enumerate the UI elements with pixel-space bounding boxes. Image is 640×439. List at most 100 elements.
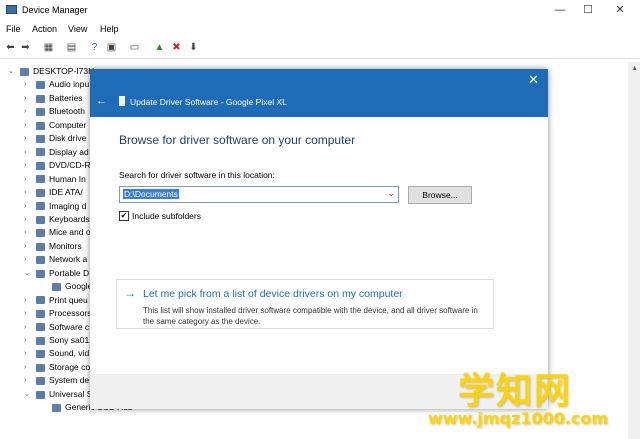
tree-item-label: Processors — [49, 308, 92, 319]
dialog-close-button[interactable]: ✕ — [528, 72, 539, 88]
menu-help[interactable]: Help — [100, 24, 119, 34]
tree-item[interactable]: › Monitors — [24, 240, 82, 253]
chevron-right-icon[interactable]: › — [24, 92, 26, 105]
add-driver-icon[interactable]: ▲ — [153, 41, 166, 54]
tree-item-label: Network a — [49, 254, 88, 265]
device-icon — [36, 377, 45, 386]
chevron-right-icon[interactable]: › — [24, 226, 26, 239]
search-location-label: Search for driver software in this locat… — [119, 170, 275, 180]
menu-action[interactable]: Action — [32, 24, 57, 34]
back-arrow-icon[interactable]: ← — [96, 95, 107, 107]
chevron-right-icon[interactable]: › — [24, 146, 26, 159]
browse-button[interactable]: Browse... — [408, 186, 472, 204]
chevron-right-icon[interactable]: › — [24, 159, 26, 172]
chevron-right-icon[interactable]: › — [24, 334, 26, 347]
chevron-right-icon[interactable]: › — [24, 78, 26, 91]
chevron-right-icon[interactable]: › — [24, 173, 26, 186]
pick-from-list-option[interactable]: → Let me pick from a list of device driv… — [116, 279, 494, 329]
tree-root[interactable]: ⌄ DESKTOP-I73H... — [8, 65, 101, 78]
chevron-right-icon[interactable]: › — [24, 253, 26, 266]
tree-item-label: Batteries — [49, 92, 83, 103]
chevron-right-icon[interactable]: › — [24, 361, 26, 374]
tree-item[interactable]: › Batteries — [24, 92, 83, 105]
properties-icon[interactable]: ▦ — [42, 41, 55, 54]
device-icon — [36, 296, 45, 305]
tree-item[interactable]: › Sony sa01 — [24, 334, 89, 347]
tree-item[interactable]: ⌄ Portable D — [24, 267, 89, 280]
tree-item[interactable]: › Network a — [24, 253, 87, 266]
tree-item[interactable]: › Imaging d — [24, 200, 86, 213]
device-icon — [36, 256, 45, 265]
scan-icon[interactable]: ▤ — [65, 41, 78, 54]
tree-item[interactable]: › Audio inpu — [24, 78, 89, 91]
chevron-right-icon[interactable]: › — [24, 186, 26, 199]
update-icon[interactable]: ⬇ — [187, 41, 200, 54]
details-icon[interactable]: ▣ — [105, 41, 118, 54]
chevron-down-icon[interactable]: ⌄ — [8, 65, 14, 78]
tree-item[interactable]: › Processors — [24, 307, 92, 320]
chevron-right-icon[interactable]: › — [24, 105, 26, 118]
chevron-right-icon[interactable]: › — [24, 200, 26, 213]
tree-item-label: Portable D — [49, 267, 90, 278]
chevron-down-icon[interactable]: ⌄ — [24, 388, 30, 401]
tree-item-label: DVD/CD-R — [49, 160, 91, 171]
tree-item[interactable]: › Computer — [24, 119, 86, 132]
forward-arrow-icon[interactable]: ➡ — [19, 41, 32, 54]
pick-from-list-title[interactable]: Let me pick from a list of device driver… — [143, 288, 403, 300]
menu-file[interactable]: File — [6, 24, 21, 34]
device-icon — [36, 309, 45, 318]
dialog-heading: Browse for driver software on your compu… — [119, 133, 356, 147]
back-arrow-icon[interactable]: ⬅ — [4, 41, 17, 54]
tree-item-label: Computer — [49, 119, 87, 130]
tree-item-label: Google — [65, 281, 93, 292]
menu-view[interactable]: View — [68, 24, 87, 34]
tree-item[interactable]: › Bluetooth — [24, 105, 85, 118]
tree-item[interactable]: › Storage co — [24, 361, 90, 374]
device-icon — [36, 269, 45, 278]
tree-item[interactable]: › Software c — [24, 321, 89, 334]
include-subfolders-checkbox[interactable]: ✔ — [119, 211, 129, 221]
tree-item[interactable]: › IDE ATA/ — [24, 186, 83, 199]
tree-item-label: Sony sa01 — [49, 335, 90, 345]
tree-item[interactable]: Google — [52, 280, 92, 293]
monitor-icon[interactable]: ▭ — [128, 41, 141, 54]
tree-item[interactable]: › Disk drive — [24, 132, 86, 145]
minimize-button[interactable]: — — [545, 0, 575, 20]
maximize-button[interactable]: ☐ — [573, 0, 603, 20]
chevron-down-icon[interactable]: ⌄ — [24, 267, 30, 280]
watermark-url: www.jmqz1000.com — [428, 409, 609, 428]
device-icon — [36, 148, 45, 157]
chevron-right-icon[interactable]: › — [24, 374, 26, 387]
chevron-right-icon[interactable]: › — [24, 213, 26, 226]
uninstall-icon[interactable]: ✖ — [170, 41, 183, 54]
chevron-right-icon[interactable]: › — [24, 119, 26, 132]
chevron-right-icon[interactable]: › — [24, 321, 26, 334]
device-icon — [36, 215, 45, 224]
tree-item[interactable]: › Mice and o — [24, 226, 91, 239]
menu-bar: File Action View Help — [0, 21, 640, 37]
tree-item[interactable]: › System de — [24, 374, 89, 387]
chevron-right-icon[interactable]: › — [24, 347, 26, 360]
tree-item-label: Monitors — [49, 240, 82, 251]
window-title: Device Manager — [22, 5, 88, 15]
tree-item[interactable]: › Sound, vid — [24, 347, 89, 360]
chevron-right-icon[interactable]: › — [24, 132, 26, 145]
update-driver-dialog: ← Update Driver Software - Google Pixel … — [90, 69, 548, 409]
chevron-right-icon[interactable]: › — [24, 240, 26, 253]
tree-item[interactable]: › Print queu — [24, 294, 88, 307]
chevron-right-icon[interactable]: › — [24, 294, 26, 307]
tree-item[interactable]: › Keyboards — [24, 213, 90, 226]
driver-path-input[interactable]: D:\Documents ⌄ — [119, 186, 399, 203]
tree-item-label: Print queu — [49, 294, 88, 305]
tree-item[interactable]: › DVD/CD-R — [24, 159, 91, 172]
tree-item[interactable]: › Human In — [24, 173, 86, 186]
tree-item[interactable]: › Display ad — [24, 146, 89, 159]
chevron-down-icon[interactable]: ⌄ — [387, 188, 395, 199]
tree-item[interactable]: ⌄ Universal S — [24, 388, 92, 401]
device-icon — [52, 282, 61, 291]
scroll-up-icon[interactable]: ▲ — [631, 65, 638, 72]
tree-item-label: Universal S — [49, 388, 93, 399]
help-icon[interactable]: ? — [88, 41, 101, 54]
chevron-right-icon[interactable]: › — [24, 307, 26, 320]
close-button[interactable]: ✕ — [605, 0, 635, 20]
